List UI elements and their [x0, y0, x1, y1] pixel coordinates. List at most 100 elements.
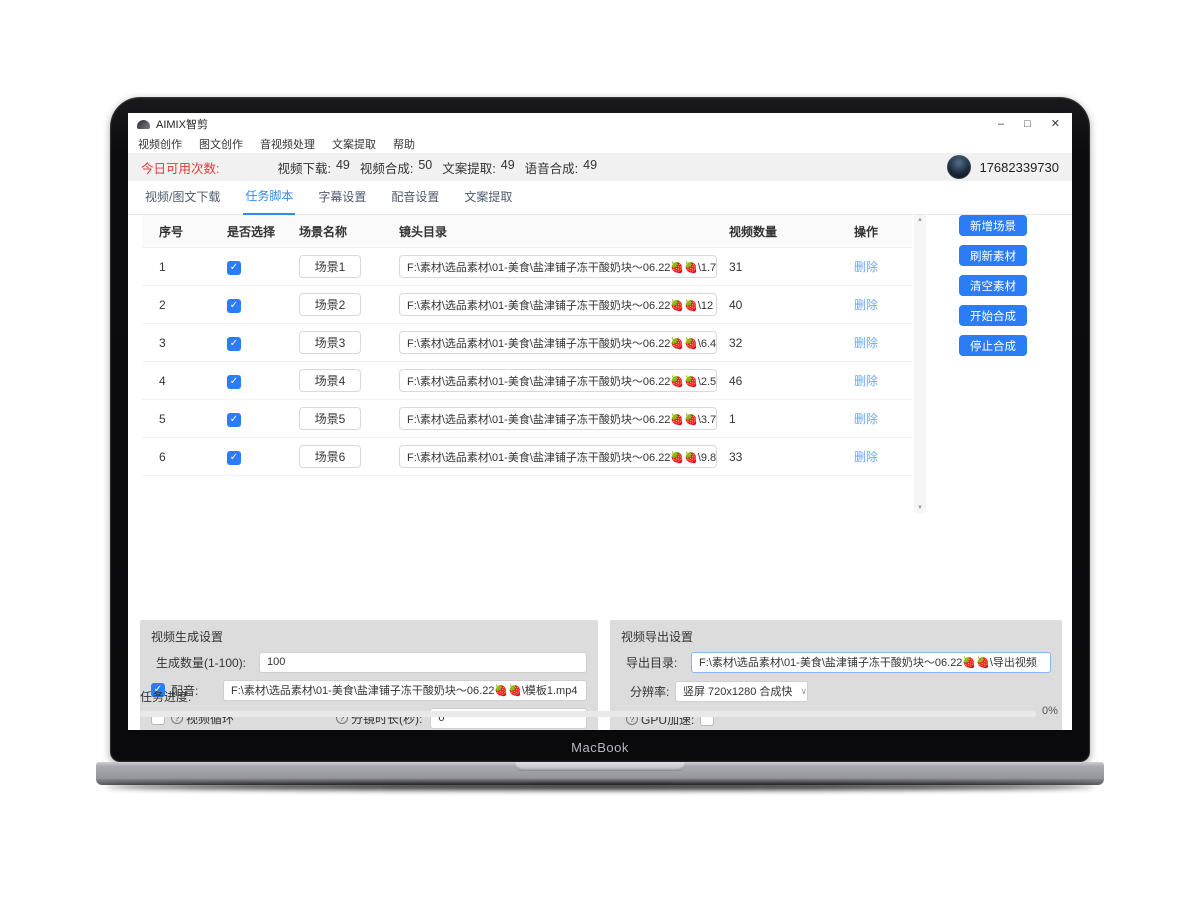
scene-name-input[interactable]: 场景1 — [299, 255, 361, 278]
check-icon: ✓ — [230, 339, 238, 349]
stat-label: 视频合成: — [360, 158, 413, 177]
tab-dubbing-settings[interactable]: 配音设置 — [389, 188, 441, 214]
stat-copy-extract: 文案提取: 49 — [442, 158, 514, 177]
delete-link[interactable]: 删除 — [854, 374, 878, 388]
video-count: 1 — [729, 412, 854, 426]
check-icon: ✓ — [230, 453, 238, 463]
refresh-material-button[interactable]: 刷新素材 — [959, 245, 1027, 266]
table-row: 6 ✓ 场景6 F:\素材\选品素材\01-美食\盐津铺子冻干酸奶块～06.22… — [142, 438, 912, 476]
row-checkbox[interactable]: ✓ — [227, 261, 241, 275]
stat-value: 49 — [336, 158, 350, 177]
tab-copy-extract[interactable]: 文案提取 — [462, 188, 514, 214]
row-checkbox[interactable]: ✓ — [227, 375, 241, 389]
delete-link[interactable]: 删除 — [854, 260, 878, 274]
account-phone: 17682339730 — [979, 160, 1059, 175]
maximize-icon[interactable]: □ — [1024, 119, 1031, 130]
header-video-count: 视频数量 — [729, 223, 854, 240]
video-count: 32 — [729, 336, 854, 350]
minimize-icon[interactable]: – — [998, 119, 1004, 130]
header-actions: 操作 — [854, 223, 912, 240]
scroll-up-icon[interactable]: ▲ — [917, 217, 923, 223]
export-dir-input[interactable]: F:\素材\选品素材\01-美食\盐津铺子冻干酸奶块～06.22🍓🍓\导出视频 — [691, 652, 1051, 673]
scene-name-input[interactable]: 场景5 — [299, 407, 361, 430]
row-checkbox[interactable]: ✓ — [227, 299, 241, 313]
video-count: 40 — [729, 298, 854, 312]
delete-link[interactable]: 删除 — [854, 450, 878, 464]
table-header-row: 序号 是否选择 场景名称 镜头目录 视频数量 操作 — [142, 215, 912, 248]
resolution-select[interactable]: 竖屏 720x1280 合成快 ∨ — [675, 681, 808, 702]
window-titlebar: AIMIX智剪 – □ ✕ — [128, 113, 1072, 135]
start-merge-button[interactable]: 开始合成 — [959, 305, 1027, 326]
scroll-down-icon[interactable]: ▼ — [917, 505, 923, 511]
clear-material-button[interactable]: 清空素材 — [959, 275, 1027, 296]
tab-subtitle-settings[interactable]: 字幕设置 — [316, 188, 368, 214]
menu-item-video-create[interactable]: 视频创作 — [138, 136, 182, 152]
dubbing-file-input[interactable]: F:\素材\选品素材\01-美食\盐津铺子冻干酸奶块～06.22🍓🍓\模板1.m… — [223, 680, 587, 701]
menu-item-copy-extract[interactable]: 文案提取 — [332, 136, 376, 152]
tab-video-image-download[interactable]: 视频/图文下载 — [143, 188, 222, 214]
delete-link[interactable]: 删除 — [854, 336, 878, 350]
task-progress-percent: 0% — [1042, 705, 1058, 717]
panel-title: 视频导出设置 — [621, 628, 1051, 645]
shot-directory-input[interactable]: F:\素材\选品素材\01-美食\盐津铺子冻干酸奶块～06.22🍓🍓\1.7 — [399, 255, 717, 278]
scene-name-input[interactable]: 场景6 — [299, 445, 361, 468]
close-icon[interactable]: ✕ — [1051, 119, 1060, 130]
add-scene-button[interactable]: 新增场景 — [959, 215, 1027, 236]
row-index: 2 — [142, 298, 227, 312]
table-row: 2 ✓ 场景2 F:\素材\选品素材\01-美食\盐津铺子冻干酸奶块～06.22… — [142, 286, 912, 324]
menu-item-help[interactable]: 帮助 — [393, 136, 415, 152]
row-index: 1 — [142, 260, 227, 274]
row-index: 3 — [142, 336, 227, 350]
generate-count-input[interactable]: 100 — [259, 652, 587, 673]
quota-label: 今日可用次数: — [141, 158, 219, 177]
scene-table: 序号 是否选择 场景名称 镜头目录 视频数量 操作 1 ✓ 场景1 F:\素材\… — [142, 215, 912, 476]
table-row: 1 ✓ 场景1 F:\素材\选品素材\01-美食\盐津铺子冻干酸奶块～06.22… — [142, 248, 912, 286]
table-scrollbar[interactable]: ▲ ▼ — [914, 215, 926, 513]
shot-directory-input[interactable]: F:\素材\选品素材\01-美食\盐津铺子冻干酸奶块～06.22🍓🍓\9.8 — [399, 445, 717, 468]
resolution-value: 竖屏 720x1280 合成快 — [683, 683, 792, 699]
quota-statsbar: 今日可用次数: 视频下载: 49 视频合成: 50 文案提取: 49 语音合成:… — [128, 153, 1072, 181]
video-count: 46 — [729, 374, 854, 388]
shot-directory-input[interactable]: F:\素材\选品素材\01-美食\盐津铺子冻干酸奶块～06.22🍓🍓\3.7 — [399, 407, 717, 430]
video-count: 31 — [729, 260, 854, 274]
scene-name-input[interactable]: 场景3 — [299, 331, 361, 354]
row-index: 6 — [142, 450, 227, 464]
header-selected: 是否选择 — [227, 223, 299, 240]
chevron-down-icon: ∨ — [800, 686, 807, 697]
menu-item-image-text-create[interactable]: 图文创作 — [199, 136, 243, 152]
stat-value: 49 — [583, 158, 597, 177]
shot-directory-input[interactable]: F:\素材\选品素材\01-美食\盐津铺子冻干酸奶块～06.22🍓🍓\12 — [399, 293, 717, 316]
menubar: 视频创作 图文创作 音视频处理 文案提取 帮助 — [128, 135, 1072, 153]
check-icon: ✓ — [230, 415, 238, 425]
stat-value: 50 — [418, 158, 432, 177]
macbook-shadow — [106, 783, 1094, 790]
account-area: 17682339730 — [947, 155, 1059, 179]
row-checkbox[interactable]: ✓ — [227, 451, 241, 465]
generate-count-row: 生成数量(1-100): 100 — [151, 651, 587, 673]
stop-merge-button[interactable]: 停止合成 — [959, 335, 1027, 356]
macbook-lid-notch — [514, 762, 686, 771]
generate-count-label: 生成数量(1-100): — [151, 654, 259, 671]
scene-name-input[interactable]: 场景4 — [299, 369, 361, 392]
stage: MacBook AIMIX智剪 – □ ✕ 视频创作 图文创作 音视频处理 文案… — [0, 0, 1200, 900]
scene-action-buttons: 新增场景 刷新素材 清空素材 开始合成 停止合成 — [959, 215, 1027, 356]
avatar[interactable] — [947, 155, 971, 179]
delete-link[interactable]: 删除 — [854, 298, 878, 312]
table-row: 4 ✓ 场景4 F:\素材\选品素材\01-美食\盐津铺子冻干酸奶块～06.22… — [142, 362, 912, 400]
shot-directory-input[interactable]: F:\素材\选品素材\01-美食\盐津铺子冻干酸奶块～06.22🍓🍓\2.5 — [399, 369, 717, 392]
app-logo-icon — [137, 120, 150, 129]
menu-item-av-processing[interactable]: 音视频处理 — [260, 136, 315, 152]
stat-label: 语音合成: — [525, 158, 578, 177]
delete-link[interactable]: 删除 — [854, 412, 878, 426]
tabsbar: 视频/图文下载 任务脚本 字幕设置 配音设置 文案提取 — [128, 181, 1072, 215]
dubbing-row: ✓ 配音: F:\素材\选品素材\01-美食\盐津铺子冻干酸奶块～06.22🍓🍓… — [151, 679, 587, 701]
row-checkbox[interactable]: ✓ — [227, 337, 241, 351]
video-count: 33 — [729, 450, 854, 464]
scene-name-input[interactable]: 场景2 — [299, 293, 361, 316]
row-checkbox[interactable]: ✓ — [227, 413, 241, 427]
tab-task-script[interactable]: 任务脚本 — [243, 187, 295, 215]
shot-directory-input[interactable]: F:\素材\选品素材\01-美食\盐津铺子冻干酸奶块～06.22🍓🍓\6.4 — [399, 331, 717, 354]
task-progress-label: 任务进度: — [140, 688, 191, 705]
task-progress-bar — [140, 711, 1036, 717]
stat-voice-merge: 语音合成: 49 — [525, 158, 597, 177]
